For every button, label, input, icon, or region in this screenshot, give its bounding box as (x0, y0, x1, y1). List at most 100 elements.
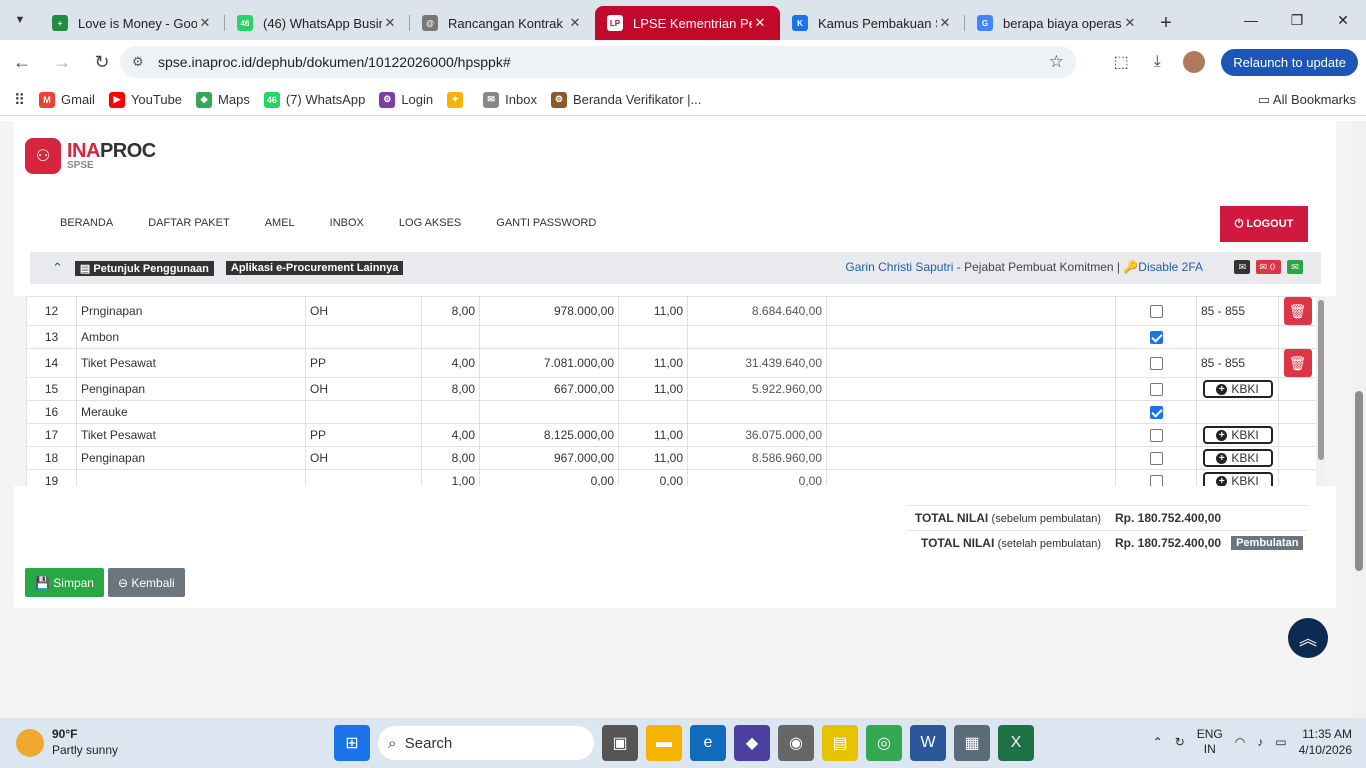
sticky-notes-icon[interactable]: ▤ (822, 725, 858, 761)
camera-icon[interactable]: ◉ (778, 725, 814, 761)
bookmark-item[interactable]: ⚙ Login (379, 91, 433, 108)
bookmark-star-icon[interactable]: ☆ (1049, 52, 1064, 72)
bookmark-item[interactable]: ⚙ Beranda Verifikator |... (550, 91, 701, 108)
notes-cell[interactable] (826, 325, 1116, 349)
reload-icon[interactable]: ↻ (84, 44, 120, 80)
browser-tab[interactable]: @ Rancangan Kontrak P ✕ (410, 6, 595, 40)
bookmark-item[interactable]: ◆ Maps (196, 91, 250, 108)
save-button[interactable]: 💾 Simpan (25, 568, 104, 597)
tab-close-icon[interactable]: ✕ (937, 15, 953, 31)
taskbar-search[interactable]: ⌕ Search (378, 726, 594, 760)
inaproc-logo[interactable]: ⚇ INAPROC SPSE (25, 138, 156, 174)
word-icon[interactable]: W (910, 725, 946, 761)
all-bookmarks-link[interactable]: ▭ All Bookmarks (1258, 92, 1356, 108)
url-text[interactable]: spse.inaproc.id/dephub/dokumen/101220260… (158, 54, 511, 70)
nav-item[interactable]: BERANDA (60, 217, 113, 229)
profile-avatar[interactable] (1183, 51, 1206, 73)
row-checkbox[interactable] (1149, 305, 1163, 319)
tab-search-icon[interactable]: ▼ (0, 0, 40, 40)
chevron-up-icon[interactable]: ⌃ (52, 260, 63, 276)
row-checkbox[interactable] (1149, 406, 1163, 420)
logout-button[interactable]: ⏻ LOGOUT (1220, 206, 1308, 242)
url-bar[interactable]: ⚙ spse.inaproc.id/dephub/dokumen/1012202… (120, 46, 1076, 78)
add-kbki-button[interactable]: + KBKI (1202, 472, 1273, 486)
sync-icon[interactable]: ↻ (1175, 735, 1185, 749)
notes-cell[interactable] (826, 348, 1116, 378)
browser-tab[interactable]: Gberapa biaya operasi ✕ (965, 6, 1150, 40)
row-checkbox[interactable] (1149, 357, 1163, 371)
message-icon[interactable]: ✉ (1234, 260, 1251, 274)
task-view-icon[interactable]: ▣ (602, 725, 638, 761)
nav-item[interactable]: GANTI PASSWORD (496, 217, 596, 229)
row-checkbox[interactable] (1149, 429, 1163, 443)
delete-trash-icon[interactable]: 🗑 (1283, 349, 1312, 377)
bookmark-item[interactable]: ✉ Inbox (483, 91, 537, 108)
site-info-icon[interactable]: ⚙ (132, 54, 152, 70)
browser-tab[interactable]: LP LPSE Kementrian Per ✕ (595, 6, 780, 40)
notes-cell[interactable] (826, 469, 1116, 486)
browser-tab[interactable]: K Kamus Pembakuan Si ✕ (780, 6, 965, 40)
file-explorer-icon[interactable]: ▬ (646, 725, 682, 761)
notification-icon[interactable]: ✉ (1287, 260, 1303, 274)
close-window-icon[interactable]: ✕ (1320, 0, 1366, 40)
row-checkbox[interactable] (1149, 331, 1163, 345)
row-checkbox[interactable] (1149, 452, 1163, 466)
back-button[interactable]: ⊖ Kembali (107, 568, 185, 597)
back-arrow-icon[interactable]: ← (4, 44, 40, 80)
scroll-to-top-button[interactable]: ︽ (1288, 618, 1328, 658)
rounding-button[interactable]: Pembulatan (1231, 536, 1304, 550)
bookmark-item[interactable]: ▶ YouTube (108, 91, 182, 108)
row-checkbox[interactable] (1149, 383, 1163, 397)
delete-trash-icon[interactable]: 🗑 (1283, 297, 1312, 325)
app-icon[interactable]: ◆ (734, 725, 770, 761)
disable-2fa-link[interactable]: Disable 2FA (1138, 260, 1203, 274)
chrome-icon[interactable]: ◎ (866, 725, 902, 761)
new-tab-button[interactable]: + (1150, 6, 1182, 40)
add-kbki-button[interactable]: + KBKI (1202, 380, 1273, 398)
nav-item[interactable]: AMEL (265, 217, 295, 229)
notes-cell[interactable] (826, 446, 1116, 470)
help-link[interactable]: ▤ Petunjuk Penggunaan (74, 260, 214, 276)
bookmark-item[interactable]: 46 (7) WhatsApp (263, 91, 365, 108)
tab-close-icon[interactable]: ✕ (382, 15, 398, 31)
volume-icon[interactable]: ♪ (1257, 735, 1263, 749)
add-kbki-button[interactable]: + KBKI (1202, 426, 1273, 444)
maximize-icon[interactable]: ❐ (1274, 0, 1320, 40)
browser-tab[interactable]: + Love is Money - Goo ✕ (40, 6, 225, 40)
calculator-icon[interactable]: ▦ (954, 725, 990, 761)
battery-icon[interactable]: ▭ (1275, 735, 1286, 749)
tab-close-icon[interactable]: ✕ (1122, 15, 1138, 31)
notes-cell[interactable] (826, 377, 1116, 401)
weather-widget[interactable]: 90°F Partly sunny (16, 727, 118, 758)
relaunch-button[interactable]: Relaunch to update (1221, 48, 1358, 76)
language-indicator[interactable]: ENG IN (1197, 727, 1223, 758)
wifi-icon[interactable]: ◠ (1235, 735, 1245, 749)
excel-icon[interactable]: X (998, 725, 1034, 761)
notes-cell[interactable] (826, 296, 1116, 326)
apps-grid-icon[interactable]: ⠿ (14, 91, 25, 109)
notes-cell[interactable] (826, 423, 1116, 447)
row-checkbox[interactable] (1149, 475, 1163, 486)
clock[interactable]: 11:35 AM 4/10/2026 (1299, 726, 1352, 758)
edge-icon[interactable]: e (690, 725, 726, 761)
extensions-icon[interactable]: ⬚ (1111, 52, 1131, 72)
add-kbki-button[interactable]: + KBKI (1202, 449, 1273, 467)
user-name[interactable]: Garin Christi Saputri (845, 260, 953, 274)
nav-item[interactable]: INBOX (330, 217, 364, 229)
tab-close-icon[interactable]: ✕ (197, 15, 213, 31)
browser-tab[interactable]: 46 (46) WhatsApp Busine ✕ (225, 6, 410, 40)
apps-link[interactable]: Aplikasi e-Procurement Lainnya (225, 261, 404, 275)
notes-cell[interactable] (826, 400, 1116, 424)
page-scrollbar[interactable] (1352, 121, 1366, 718)
bookmark-item[interactable]: M Gmail (39, 91, 95, 108)
tab-close-icon[interactable]: ✕ (752, 15, 768, 31)
download-icon[interactable]: ⤓ (1147, 53, 1167, 71)
bookmark-item[interactable]: ✦ (447, 91, 469, 108)
tab-close-icon[interactable]: ✕ (567, 15, 583, 31)
chevron-up-tray-icon[interactable]: ⌃ (1153, 735, 1163, 749)
mail-count-badge[interactable]: ✉ 0 (1256, 260, 1281, 274)
table-scrollbar[interactable] (1316, 296, 1326, 486)
nav-item[interactable]: LOG AKSES (399, 217, 461, 229)
minimize-icon[interactable]: — (1228, 0, 1274, 40)
nav-item[interactable]: DAFTAR PAKET (148, 217, 230, 229)
